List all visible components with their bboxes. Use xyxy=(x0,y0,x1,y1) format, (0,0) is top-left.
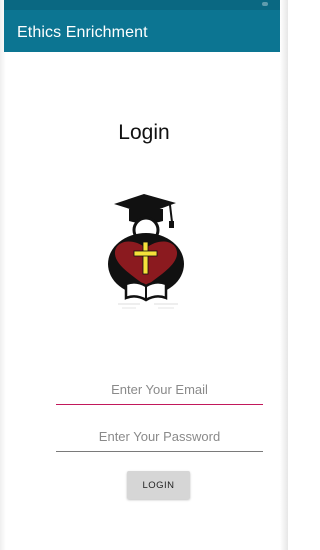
app-title: Ethics Enrichment xyxy=(17,24,148,41)
right-edge-shadow xyxy=(280,0,288,550)
page-title: Login xyxy=(118,121,170,144)
email-field[interactable] xyxy=(56,377,263,405)
status-icon xyxy=(262,2,268,6)
left-edge-shadow xyxy=(0,0,6,550)
status-bar xyxy=(4,0,280,10)
app-logo-icon xyxy=(108,194,184,309)
password-field[interactable] xyxy=(56,424,263,452)
login-screen: Ethics Enrichment Login LOGIN xyxy=(0,0,288,550)
app-bar: Ethics Enrichment xyxy=(4,0,280,52)
login-button[interactable]: LOGIN xyxy=(127,471,190,499)
